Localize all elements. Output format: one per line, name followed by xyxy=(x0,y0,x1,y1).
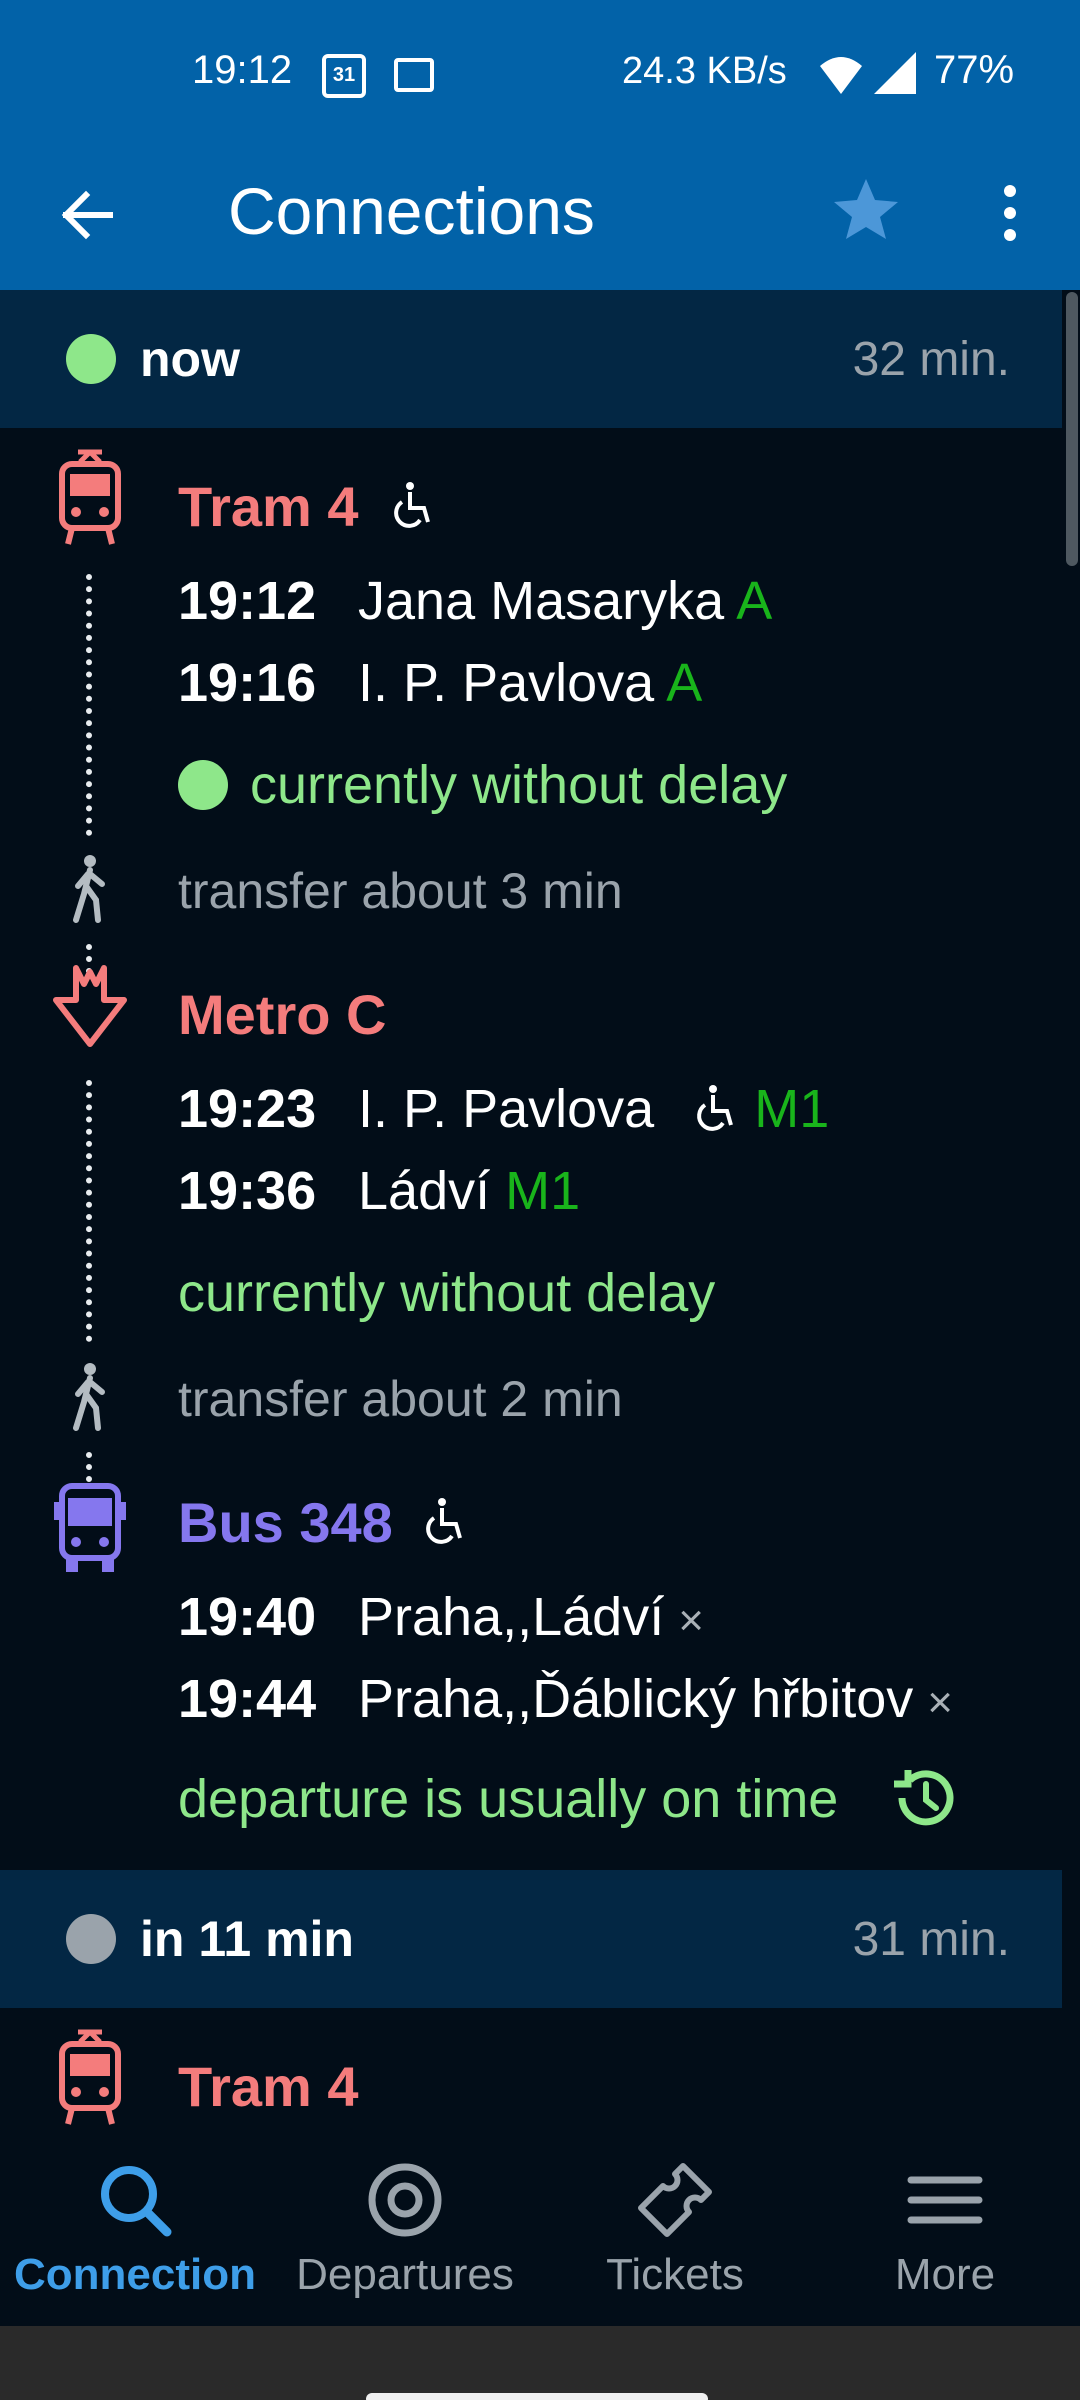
platform-label: A xyxy=(666,653,703,713)
route-line xyxy=(86,574,92,836)
wheelchair-icon xyxy=(697,1085,734,1131)
favorite-star-icon[interactable] xyxy=(826,169,906,249)
stop-time: 19:40 xyxy=(178,1587,317,1647)
nav-label: Tickets xyxy=(606,2250,744,2299)
status-bar: 19:12 31 24.3 KB/s 77% xyxy=(0,0,1080,145)
platform-label: M1 xyxy=(505,1161,581,1221)
line-name: Metro C xyxy=(178,983,387,1046)
stop-row: 19:40 Praha,,Ládví × xyxy=(178,1586,704,1648)
connection-start-label: now xyxy=(140,331,240,387)
delay-status-dot xyxy=(178,760,228,810)
network-speed: 24.3 KB/s xyxy=(622,50,787,92)
wifi-icon xyxy=(820,57,862,94)
connection-header[interactable]: in 11 min 31 min. xyxy=(0,1870,1062,2008)
wheelchair-icon xyxy=(394,482,430,528)
status-time: 19:12 xyxy=(192,48,293,92)
connection-header[interactable]: now 32 min. xyxy=(0,290,1062,428)
stop-time: 19:12 xyxy=(178,571,317,631)
transfer-info: transfer about 3 min xyxy=(178,863,623,919)
battery-level: 77% xyxy=(934,48,1015,92)
tram-icon xyxy=(59,2029,121,2125)
stop-name: Praha,,Ďáblický hřbitov xyxy=(358,1669,914,1729)
hamburger-icon xyxy=(907,2176,983,2224)
bus-icon xyxy=(54,1483,126,1572)
page-title: Connections xyxy=(228,174,595,248)
nav-connection[interactable]: Connection xyxy=(0,2140,270,2326)
walk-icon xyxy=(73,855,105,923)
search-icon xyxy=(101,2166,172,2237)
stop-row: 19:36 Ládví M1 xyxy=(178,1160,580,1222)
connection-duration: 31 min. xyxy=(852,1913,1010,1966)
line-name: Tram 4 xyxy=(178,2055,359,2118)
platform-label: A xyxy=(736,571,773,631)
status-dot xyxy=(66,334,116,384)
wheelchair-icon xyxy=(426,1498,462,1544)
stop-row: 19:44 Praha,,Ďáblický hřbitov × xyxy=(178,1668,953,1730)
gesture-handle[interactable] xyxy=(366,2393,708,2400)
bottom-navigation: Connection Departures Tickets More xyxy=(0,2140,1080,2326)
stop-row: 19:12 Jana Masaryka A xyxy=(178,570,772,632)
target-icon xyxy=(368,2163,442,2237)
nav-more[interactable]: More xyxy=(810,2140,1080,2326)
metro-icon xyxy=(53,965,127,1047)
stop-time: 19:23 xyxy=(178,1079,317,1139)
connection-start-label: in 11 min xyxy=(140,1911,354,1967)
platform-label: M1 xyxy=(754,1079,830,1139)
calendar-icon: 31 xyxy=(322,54,366,98)
line-name: Tram 4 xyxy=(178,475,359,538)
stop-time: 19:44 xyxy=(178,1669,317,1729)
stop-name: Ládví xyxy=(358,1161,491,1221)
request-stop-icon: × xyxy=(678,1596,704,1645)
stop-name: I. P. Pavlova xyxy=(358,1079,655,1139)
nav-label: Connection xyxy=(14,2250,256,2299)
overflow-menu-icon[interactable] xyxy=(990,173,1030,253)
nav-tickets[interactable]: Tickets xyxy=(540,2140,810,2326)
status-dot xyxy=(66,1914,116,1964)
nav-departures[interactable]: Departures xyxy=(270,2140,540,2326)
ticket-icon xyxy=(638,2163,712,2237)
scrollbar[interactable] xyxy=(1066,292,1078,566)
delay-status: currently without delay xyxy=(178,1263,716,1323)
delay-status: departure is usually on time xyxy=(178,1769,839,1829)
connection-duration: 32 min. xyxy=(852,333,1010,386)
signal-icon xyxy=(874,52,916,94)
stop-name: I. P. Pavlova xyxy=(358,653,655,713)
stop-row: 19:23 I. P. Pavlova M1 xyxy=(178,1078,829,1140)
stop-time: 19:16 xyxy=(178,653,317,713)
nav-label: Departures xyxy=(296,2250,514,2299)
back-arrow-icon[interactable] xyxy=(50,175,130,255)
tram-icon xyxy=(59,449,121,545)
delay-status: currently without delay xyxy=(250,755,788,815)
stop-name: Jana Masaryka xyxy=(358,571,725,631)
app-bar: Connections xyxy=(0,145,1080,290)
route-line xyxy=(86,1080,92,1342)
walk-icon xyxy=(73,1363,105,1431)
history-icon[interactable] xyxy=(888,1762,960,1834)
stop-row: 19:16 I. P. Pavlova A xyxy=(178,652,702,714)
line-name: Bus 348 xyxy=(178,1491,393,1554)
route-line xyxy=(86,1452,92,1482)
image-icon xyxy=(394,58,434,92)
stop-name: Praha,,Ládví xyxy=(358,1587,665,1647)
transfer-info: transfer about 2 min xyxy=(178,1371,623,1427)
system-navigation-bar xyxy=(0,2326,1080,2400)
nav-label: More xyxy=(894,2250,996,2299)
stop-time: 19:36 xyxy=(178,1161,317,1221)
request-stop-icon: × xyxy=(927,1678,953,1727)
